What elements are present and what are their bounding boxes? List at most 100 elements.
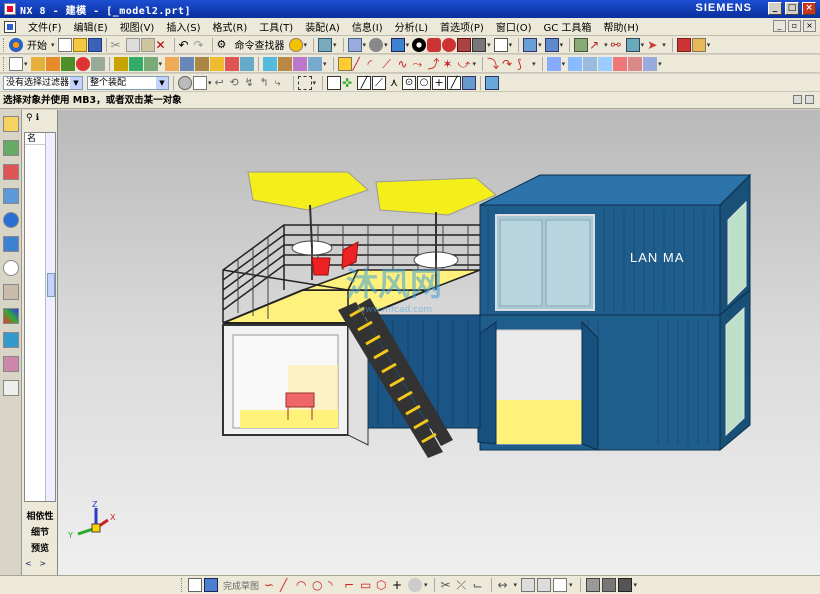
arrow-icon[interactable]: ➤ <box>647 38 661 52</box>
menu-information[interactable]: 信息(I) <box>346 19 389 34</box>
select-all-icon[interactable] <box>193 75 207 90</box>
unite-icon[interactable] <box>113 56 128 71</box>
snap-icon[interactable] <box>318 37 333 52</box>
info-icon[interactable]: ℹ <box>36 113 39 123</box>
control-point-icon[interactable]: ⋏ <box>387 76 401 90</box>
edge-select-icon[interactable]: ↰ <box>260 76 274 90</box>
intersect-icon[interactable] <box>143 56 158 71</box>
patch-icon[interactable] <box>628 56 643 71</box>
menu-file[interactable]: 文件(F) <box>22 19 68 34</box>
rectangle-icon[interactable]: ▭ <box>360 578 374 592</box>
filter-settings-icon[interactable] <box>178 75 192 90</box>
divide-curve-icon[interactable]: ⟆ <box>517 57 531 71</box>
curve-icon[interactable]: ⤳ <box>413 57 427 71</box>
shell-icon[interactable] <box>195 56 210 71</box>
line-icon[interactable]: ╱ <box>353 57 367 71</box>
subtract-icon[interactable] <box>128 56 143 71</box>
system-scenes-icon[interactable] <box>2 380 19 396</box>
cylinder-icon[interactable] <box>278 56 293 71</box>
doc-minimize-button[interactable]: _ <box>773 20 786 32</box>
cut-icon[interactable]: ✂ <box>111 38 125 52</box>
sketch-icon[interactable] <box>9 56 23 71</box>
bridge-icon[interactable]: ⤻ <box>458 57 472 71</box>
redo-icon[interactable]: ↷ <box>194 38 208 52</box>
process-studio-icon[interactable] <box>2 332 19 348</box>
offset-surface-icon[interactable] <box>643 56 658 71</box>
type-filter-select[interactable]: 没有选择过滤器 ▼ <box>3 75 83 90</box>
layer-icon[interactable] <box>457 37 472 52</box>
menu-view[interactable]: 视图(V) <box>114 19 161 34</box>
show-constraints-icon[interactable] <box>537 578 551 592</box>
mirror-icon[interactable] <box>225 56 240 71</box>
maximize-button[interactable]: □ <box>785 2 799 15</box>
quick-trim-icon[interactable]: ✂ <box>440 578 454 592</box>
web-browser-icon[interactable] <box>2 284 19 300</box>
selection-scope-select[interactable]: 整个装配 ▼ <box>87 75 169 90</box>
settings-icon[interactable] <box>288 37 303 52</box>
clock-icon[interactable] <box>2 260 19 276</box>
project-curve-icon[interactable]: ✶ <box>443 57 457 71</box>
make-corner-icon[interactable]: ⌙ <box>472 578 486 592</box>
quadrant-icon[interactable]: ○ <box>417 75 432 90</box>
open-icon[interactable] <box>72 37 87 52</box>
chamfer-icon[interactable] <box>180 56 195 71</box>
cue-restore-button[interactable] <box>793 95 802 104</box>
update-icon[interactable] <box>601 578 616 592</box>
component-select-icon[interactable] <box>485 75 500 90</box>
edge-blend-icon[interactable] <box>165 56 180 71</box>
sketch-line-icon[interactable]: ╱ <box>280 578 294 592</box>
history-icon[interactable] <box>2 212 19 228</box>
palette-icon[interactable] <box>2 308 19 324</box>
minimize-button[interactable]: _ <box>768 2 782 15</box>
document-icon[interactable] <box>4 20 16 33</box>
render-icon[interactable] <box>369 37 384 52</box>
sew-icon[interactable] <box>613 56 628 71</box>
pocket-icon[interactable] <box>90 56 105 71</box>
menu-preferences[interactable]: 首选项(P) <box>434 19 490 34</box>
color-icon[interactable] <box>472 37 487 52</box>
spline-icon[interactable]: ∿ <box>398 57 412 71</box>
extrude-icon[interactable] <box>30 56 45 71</box>
feature-icon[interactable] <box>337 56 352 71</box>
existing-point-icon[interactable] <box>462 75 477 90</box>
dimension-icon[interactable]: ↔ <box>497 578 511 592</box>
chevron-left-icon[interactable]: < <box>25 559 32 568</box>
shaded-icon[interactable] <box>412 37 427 52</box>
view-orient-icon[interactable] <box>347 37 362 52</box>
menu-format[interactable]: 格式(R) <box>207 19 254 34</box>
analysis-icon[interactable] <box>625 37 640 52</box>
ruler-icon[interactable] <box>676 37 691 52</box>
system-materials-icon[interactable] <box>2 236 19 252</box>
doc-restore-button[interactable]: ▫ <box>788 20 801 32</box>
pattern-icon[interactable] <box>210 56 225 71</box>
profile-icon[interactable]: ∽ <box>264 578 278 592</box>
box-icon[interactable] <box>263 56 278 71</box>
assembly-navigator-icon[interactable] <box>2 116 19 132</box>
endpoint-icon[interactable]: ╱ <box>357 75 372 90</box>
copy-icon[interactable] <box>125 37 140 52</box>
surface-icon[interactable] <box>546 56 561 71</box>
reattach-icon[interactable] <box>585 578 600 592</box>
graphics-window[interactable]: LAN MA 沐风网 www.mfcad.com Z Y X <box>58 110 820 575</box>
body-select-icon[interactable]: ⟲ <box>230 76 244 90</box>
sketch-chamfer-icon[interactable]: ⌐ <box>344 578 358 592</box>
tools-icon[interactable] <box>691 37 706 52</box>
chevron-right-icon[interactable]: > <box>39 559 46 568</box>
menu-assemblies[interactable]: 装配(A) <box>299 19 346 34</box>
sync-icon[interactable] <box>544 37 559 52</box>
wcs-icon[interactable] <box>493 37 508 52</box>
point-icon[interactable]: + <box>392 578 406 592</box>
undo-icon[interactable]: ↶ <box>179 38 193 52</box>
sketch-circle-icon[interactable]: ○ <box>312 578 326 592</box>
feature-select-icon[interactable]: ↩ <box>215 76 229 90</box>
cone-icon[interactable] <box>293 56 308 71</box>
face-select-icon[interactable]: ↯ <box>245 76 259 90</box>
polyline-icon[interactable]: ⟋ <box>383 57 397 71</box>
scrollbar-thumb[interactable] <box>47 273 55 297</box>
midpoint-icon[interactable]: ⟋ <box>372 75 387 90</box>
delete-icon[interactable]: ✕ <box>156 38 170 52</box>
geometric-constraint-icon[interactable] <box>521 578 535 592</box>
save-icon[interactable] <box>87 37 102 52</box>
through-curves-icon[interactable] <box>568 56 583 71</box>
center-point-icon[interactable]: ⊙ <box>402 75 417 90</box>
